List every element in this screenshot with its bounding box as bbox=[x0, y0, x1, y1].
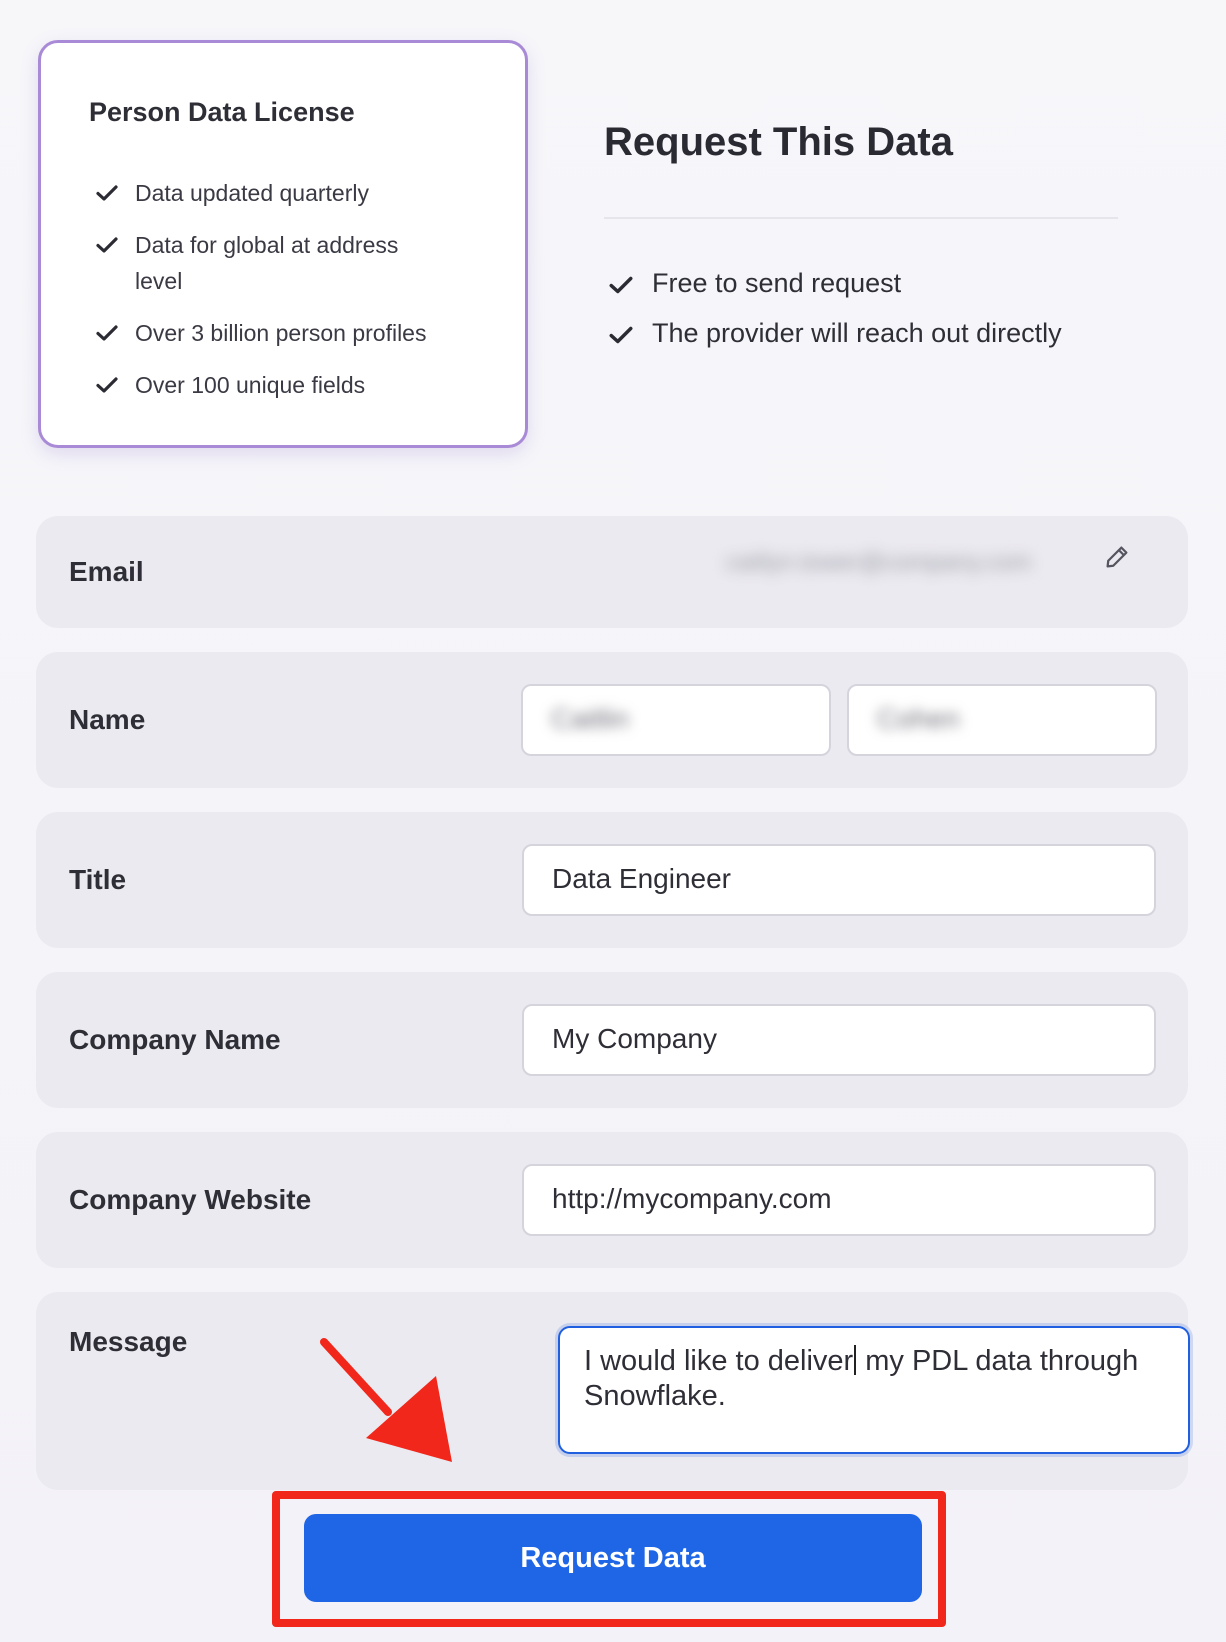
license-title: Person Data License bbox=[89, 97, 355, 127]
feature-label: Data for global at address level bbox=[135, 232, 399, 294]
name-label: Name bbox=[69, 704, 146, 735]
request-data-button[interactable]: Request Data bbox=[304, 1514, 922, 1602]
benefit-label: Free to send request bbox=[652, 268, 902, 298]
last-name-value: Cohen bbox=[877, 703, 960, 734]
name-row: Name Caitlin Cohen bbox=[36, 652, 1188, 788]
last-name-input[interactable]: Cohen bbox=[847, 684, 1157, 756]
check-icon bbox=[609, 326, 633, 344]
feature-label: Over 100 unique fields bbox=[135, 372, 366, 398]
request-title: Request This Data bbox=[604, 120, 953, 164]
feature-label: Over 3 billion person profiles bbox=[135, 320, 427, 346]
feature-label: Data updated quarterly bbox=[135, 180, 369, 206]
message-label: Message bbox=[69, 1326, 188, 1357]
email-value: caitlyn.tower@company.com bbox=[726, 549, 1032, 576]
first-name-input[interactable]: Caitlin bbox=[521, 684, 831, 756]
check-icon bbox=[96, 325, 118, 341]
first-name-value: Caitlin bbox=[551, 703, 629, 734]
check-icon bbox=[609, 276, 633, 294]
message-text-before-caret: I would like to deliver bbox=[584, 1345, 854, 1377]
company-name-value: My Company bbox=[552, 1023, 717, 1054]
message-row: Message I would like to deliver my PDL d… bbox=[36, 1292, 1190, 1490]
check-icon bbox=[96, 237, 118, 253]
check-icon bbox=[96, 185, 118, 201]
company-website-value: http://mycompany.com bbox=[552, 1183, 832, 1214]
company-website-row: Company Website http://mycompany.com bbox=[36, 1132, 1188, 1268]
company-website-label: Company Website bbox=[69, 1184, 312, 1215]
email-row: Email caitlyn.tower@company.com bbox=[36, 516, 1188, 628]
company-name-label: Company Name bbox=[69, 1024, 281, 1055]
divider bbox=[604, 217, 1118, 219]
annotation-arrow-icon bbox=[320, 1338, 452, 1462]
title-row: Title Data Engineer bbox=[36, 812, 1188, 948]
title-value: Data Engineer bbox=[552, 863, 732, 894]
company-name-input[interactable]: My Company bbox=[522, 1004, 1156, 1076]
check-icon bbox=[96, 377, 118, 393]
company-website-input[interactable]: http://mycompany.com bbox=[522, 1164, 1156, 1236]
message-textarea[interactable]: I would like to deliver my PDL data thro… bbox=[558, 1326, 1190, 1454]
license-card: Person Data License Data updated quarter… bbox=[38, 40, 528, 448]
pencil-icon[interactable] bbox=[1102, 542, 1132, 572]
email-label: Email bbox=[69, 556, 144, 587]
title-input[interactable]: Data Engineer bbox=[522, 844, 1156, 916]
benefit-label: The provider will reach out directly bbox=[652, 318, 1062, 348]
title-label: Title bbox=[69, 864, 127, 895]
text-caret bbox=[854, 1345, 857, 1375]
company-name-row: Company Name My Company bbox=[36, 972, 1188, 1108]
